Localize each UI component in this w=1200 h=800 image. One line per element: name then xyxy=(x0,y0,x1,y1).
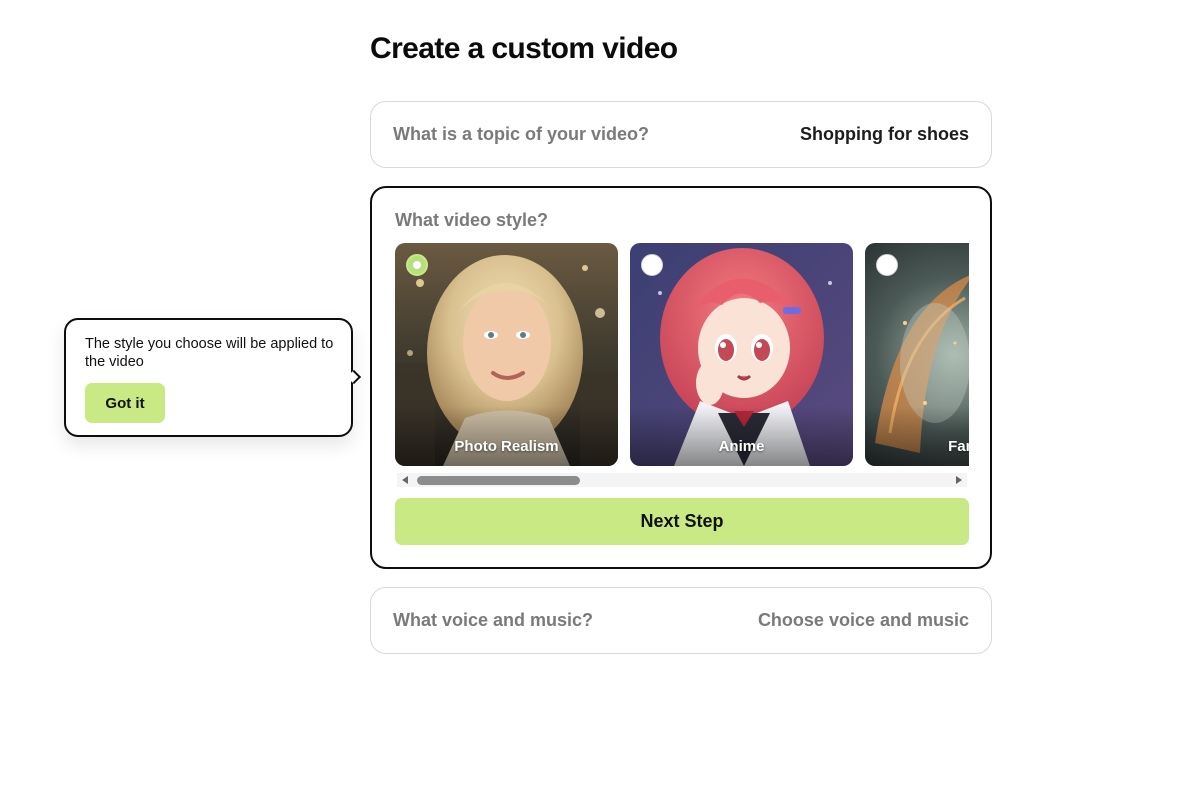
style-option-photo-realism[interactable]: Photo Realism xyxy=(395,243,618,466)
topic-value: Shopping for shoes xyxy=(800,124,969,144)
style-step-card: What video style? Photo Realism Anime Fa… xyxy=(370,186,992,569)
anime-radio[interactable] xyxy=(641,254,663,276)
style-hint-tooltip: The style you choose will be applied to … xyxy=(64,318,362,437)
style-option-fantasy[interactable]: Fantasy xyxy=(865,243,969,466)
page-title: Create a custom video xyxy=(370,32,678,65)
page: Create a custom video What is a topic of… xyxy=(0,0,1200,800)
voice-value: Choose voice and music xyxy=(757,610,969,630)
scroll-left-arrow-icon[interactable] xyxy=(402,476,408,484)
got-it-button[interactable]: Got it xyxy=(85,383,165,423)
next-step-button[interactable]: Next Step xyxy=(395,498,969,545)
style-carousel: Photo Realism Anime Fa xyxy=(395,243,969,467)
tooltip-pointer xyxy=(346,369,362,385)
style-option-anime[interactable]: Anime xyxy=(630,243,853,466)
scrollbar-thumb[interactable] xyxy=(417,476,580,485)
topic-question: What is a topic of your video? xyxy=(393,124,650,144)
photo-realism-label: Photo Realism xyxy=(454,438,559,455)
anime-label: Anime xyxy=(718,438,765,455)
topic-step-card[interactable]: What is a topic of your video? Shopping … xyxy=(370,101,992,168)
style-question: What video style? xyxy=(395,210,549,230)
carousel-scrollbar[interactable] xyxy=(397,473,967,487)
tooltip-text: The style you choose will be applied to … xyxy=(85,336,334,370)
voice-step-card[interactable]: What voice and music? Choose voice and m… xyxy=(370,587,992,654)
voice-question: What voice and music? xyxy=(393,610,594,630)
fantasy-radio[interactable] xyxy=(876,254,898,276)
scroll-right-arrow-icon[interactable] xyxy=(956,476,962,484)
fantasy-label: Fantasy xyxy=(948,438,969,455)
photo-realism-radio[interactable] xyxy=(406,254,428,276)
